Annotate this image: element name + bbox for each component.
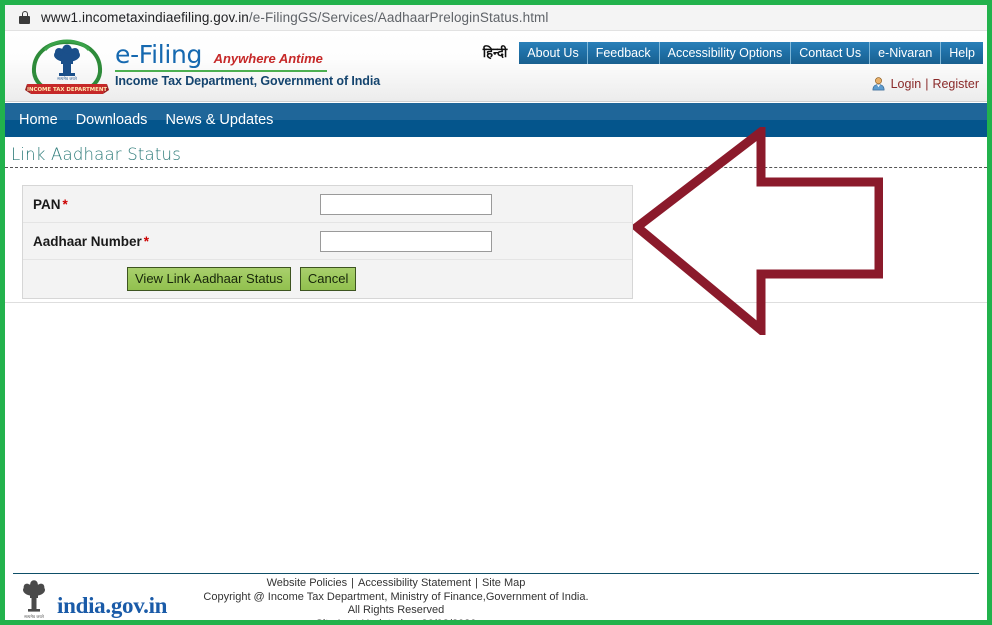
login-register-bar: Login | Register — [871, 76, 979, 91]
brand-department: Income Tax Department, Government of Ind… — [115, 74, 381, 88]
browser-address-bar[interactable]: www1.incometaxindiaefiling.gov.in/e-Fili… — [5, 5, 987, 31]
form-row-pan: PAN * — [23, 186, 632, 223]
url-domain: www1.incometaxindiaefiling.gov.in — [41, 10, 249, 25]
footer-links: Website Policies | Accessibility Statement… — [201, 577, 591, 591]
topnav-item-accessibility-options[interactable]: Accessibility Options — [659, 42, 792, 64]
cancel-button[interactable]: Cancel — [299, 267, 357, 291]
india-gov-portal-subtitle: the national portal of india — [57, 619, 149, 625]
link-aadhaar-form: PAN * Aadhaar Number * View Link Aadhaar S… — [22, 185, 633, 299]
pan-label: PAN * — [23, 197, 320, 212]
pan-required-marker: * — [62, 196, 68, 212]
income-tax-department-emblem: सत्यमेव जयते INCOME TAX DEPARTMENT — [25, 39, 109, 94]
brand-tagline: Anywhere Antime — [213, 51, 323, 66]
login-link[interactable]: Login — [891, 77, 922, 91]
footer-last-updated: Site Last Updated on 26/03/2020 — [315, 617, 477, 625]
lock-icon — [19, 11, 30, 24]
brand-block: e-Filing Anywhere Antime Income Tax Depa… — [115, 40, 380, 88]
aadhaar-number-label: Aadhaar Number * — [23, 234, 320, 249]
svg-text:सत्यमेव जयते: सत्यमेव जयते — [57, 76, 77, 81]
brand-title: e-Filing — [115, 40, 203, 69]
footer-link-separator-1: | — [351, 577, 354, 589]
login-separator: | — [925, 76, 929, 91]
aadhaar-number-input[interactable] — [320, 230, 492, 252]
site-header: सत्यमेव जयते INCOME TAX DEPARTMENT e-Fil… — [5, 32, 987, 102]
svg-text:INCOME TAX DEPARTMENT: INCOME TAX DEPARTMENT — [27, 87, 107, 93]
nav-item-home[interactable]: Home — [19, 112, 58, 128]
topnav-item-feedback[interactable]: Feedback — [587, 42, 660, 64]
browser-screenshot: www1.incometaxindiaefiling.gov.in/e-Fili… — [0, 0, 992, 625]
user-avatar-icon — [872, 77, 885, 91]
topnav-item-about-us[interactable]: About Us — [519, 42, 588, 64]
page-title-area: Link Aadhaar Status — [5, 145, 987, 168]
aadhaar-required-marker: * — [143, 233, 150, 249]
register-link[interactable]: Register — [932, 77, 979, 91]
pan-label-text: PAN — [33, 196, 61, 212]
nav-item-news-and-updates[interactable]: News & Updates — [165, 112, 273, 128]
content-divider — [5, 302, 987, 303]
topnav-item-e-nivaran[interactable]: e-Nivaran — [870, 42, 942, 64]
footer-divider — [13, 573, 979, 574]
title-divider — [5, 167, 987, 168]
main-navigation: Home Downloads News & Updates — [5, 103, 987, 137]
india-gov-portal-name[interactable]: india.gov.in — [57, 593, 167, 619]
page-title: Link Aadhaar Status — [11, 145, 181, 164]
topnav-item-contact-us[interactable]: Contact Us — [791, 42, 871, 64]
nav-item-downloads[interactable]: Downloads — [76, 112, 148, 128]
footer-copyright: Copyright @ Income Tax Department, Minis… — [203, 590, 589, 603]
footer-link-separator-2: | — [475, 577, 478, 589]
site-footer: सत्यमेव जयते india.gov.in the national p… — [5, 577, 987, 625]
form-row-aadhaar-number: Aadhaar Number * — [23, 223, 632, 260]
footer-link-website-policies[interactable]: Website Policies — [267, 577, 348, 589]
top-navigation: हिन्दी About Us Feedback Accessibility O… — [483, 42, 983, 64]
india-national-emblem: सत्यमेव जयते — [23, 580, 45, 619]
pan-input[interactable] — [320, 193, 492, 215]
footer-link-site-map[interactable]: Site Map — [482, 577, 525, 589]
footer-rights: All Rights Reserved — [347, 604, 445, 616]
url-text: www1.incometaxindiaefiling.gov.in/e-Fili… — [41, 10, 549, 25]
footer-link-accessibility-statement[interactable]: Accessibility Statement — [358, 577, 471, 589]
footer-text-block: Website Policies | Accessibility Statement… — [201, 577, 591, 625]
brand-divider — [115, 70, 327, 72]
form-actions: View Link Aadhaar Status Cancel — [23, 260, 632, 298]
url-path: /e-FilingGS/Services/AadhaarPreloginStat… — [248, 10, 549, 25]
hindi-language-link[interactable]: हिन्दी — [483, 42, 520, 64]
svg-text:सत्यमेव जयते: सत्यमेव जयते — [24, 614, 44, 619]
topnav-item-help[interactable]: Help — [941, 42, 983, 64]
view-link-aadhaar-status-button[interactable]: View Link Aadhaar Status — [127, 267, 291, 291]
aadhaar-number-label-text: Aadhaar Number — [33, 233, 142, 249]
